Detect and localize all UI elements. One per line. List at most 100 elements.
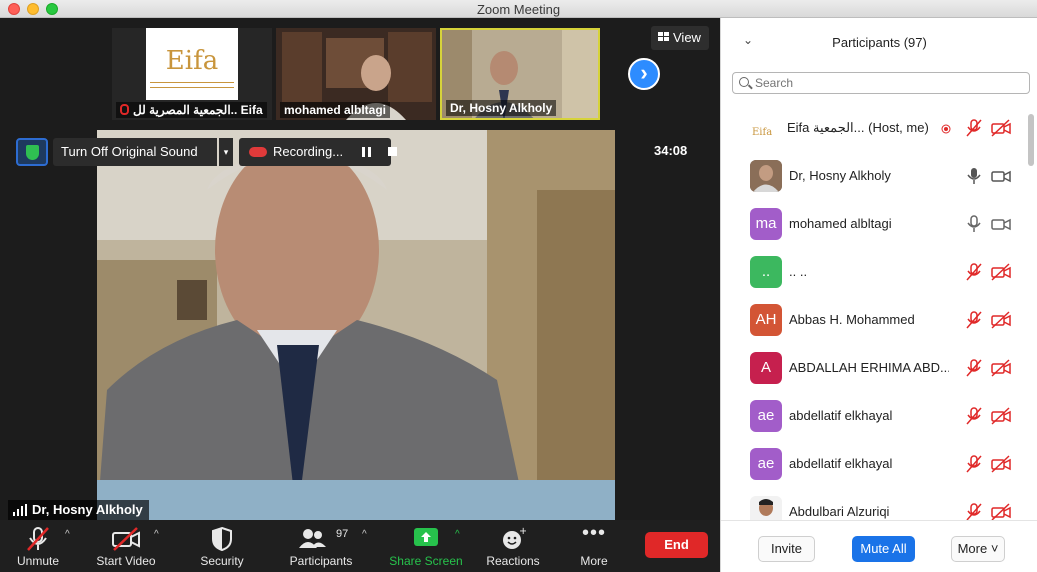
video-off-icon[interactable]: [991, 119, 1011, 137]
avatar: ma: [750, 208, 782, 240]
speaker-name-tag: Dr, Hosny Alkholy: [8, 500, 149, 520]
participant-name: Dr, Hosny Alkholy: [789, 168, 891, 183]
avatar: ae: [750, 400, 782, 432]
search-icon: [739, 77, 749, 87]
participant-row[interactable]: ma mohamed albltagi: [721, 200, 1026, 248]
end-meeting-button[interactable]: End: [645, 532, 708, 558]
mic-muted-icon[interactable]: [966, 311, 982, 329]
original-sound-button[interactable]: Turn Off Original Sound: [53, 138, 217, 166]
video-icon[interactable]: [991, 215, 1011, 233]
share-screen-button[interactable]: Share Screen: [385, 520, 467, 572]
reactions-label: Reactions: [486, 554, 540, 568]
next-page-button[interactable]: ›: [628, 58, 660, 90]
stop-recording-icon[interactable]: [388, 147, 397, 156]
video-thumbnail[interactable]: mohamed albltagi: [276, 28, 436, 120]
meeting-area: Eifa الجمعية المصرية لل.. Eifa mohamed a…: [0, 18, 720, 572]
recording-label: Recording...: [273, 144, 344, 159]
speaker-name: Dr, Hosny Alkholy: [32, 502, 143, 517]
unmute-button[interactable]: Unmute: [8, 520, 68, 572]
main-speaker-video: [97, 130, 615, 520]
start-video-label: Start Video: [96, 554, 156, 568]
video-off-icon[interactable]: [991, 311, 1011, 329]
video-icon[interactable]: [991, 167, 1011, 185]
logo-text: Eifa: [165, 46, 219, 76]
grid-view-icon: [658, 32, 670, 42]
meeting-timer: 34:08: [654, 143, 688, 158]
participants-header: ⌄ Participants (97): [721, 18, 1037, 66]
participant-name: .. ..: [789, 264, 808, 279]
share-screen-label: Share Screen: [389, 554, 463, 568]
participant-row[interactable]: Eifa Eifa الجمعية... (Host, me): [721, 104, 1026, 152]
invite-button[interactable]: Invite: [758, 536, 815, 562]
participant-row[interactable]: ae abdellatif elkhayal: [721, 392, 1026, 440]
more-options-button[interactable]: More ˅: [951, 536, 1005, 562]
participant-row[interactable]: A ABDALLAH ERHIMA ABD...: [721, 344, 1026, 392]
shield-icon: [212, 526, 232, 552]
video-thumbnail-active[interactable]: Dr, Hosny Alkholy: [440, 28, 600, 120]
participants-count: 97: [336, 528, 349, 540]
reactions-icon: +: [503, 526, 526, 549]
window-title: Zoom Meeting: [476, 2, 561, 17]
mic-muted-icon[interactable]: [966, 119, 982, 137]
logo-underline: [150, 82, 234, 88]
participant-name: mohamed albltagi: [789, 216, 892, 231]
start-video-button[interactable]: Start Video: [90, 520, 162, 572]
recording-indicator: Recording...: [239, 138, 397, 166]
video-off-icon[interactable]: [991, 359, 1011, 377]
avatar: AH: [750, 304, 782, 336]
view-button[interactable]: View: [651, 26, 709, 50]
participant-row[interactable]: Dr, Hosny Alkholy: [721, 152, 1026, 200]
mic-muted-icon[interactable]: [966, 263, 982, 281]
video-off-icon[interactable]: [991, 407, 1011, 425]
chevron-up-icon[interactable]: ^: [455, 529, 460, 540]
participants-list: Eifa Eifa الجمعية... (Host, me) Dr, Hosn…: [721, 104, 1026, 520]
participant-row[interactable]: AH Abbas H. Mohammed: [721, 296, 1026, 344]
security-shield-icon[interactable]: [16, 138, 48, 166]
more-options-label: More: [957, 541, 988, 556]
reactions-button[interactable]: + Reactions: [480, 520, 546, 572]
zoom-window: Zoom Meeting Eifa الجمعية المصرية لل.. E…: [0, 0, 1037, 572]
eifa-logo-icon: Eifa: [752, 122, 780, 138]
video-off-icon[interactable]: [991, 503, 1011, 520]
participant-name: abdellatif elkhayal: [789, 408, 893, 423]
avatar: [750, 160, 782, 192]
participant-name: Eifa الجمعية... (Host, me): [787, 120, 929, 135]
video-off-icon[interactable]: [991, 455, 1011, 473]
search-input[interactable]: [755, 75, 1025, 91]
chevron-up-icon[interactable]: ^: [65, 529, 70, 540]
participant-name: ABDALLAH ERHIMA ABD...: [789, 360, 949, 375]
share-screen-icon: [414, 528, 438, 546]
mic-muted-icon[interactable]: [966, 359, 982, 377]
title-bar: Zoom Meeting: [0, 0, 1037, 18]
mute-all-button[interactable]: Mute All: [852, 536, 915, 562]
view-label: View: [673, 30, 701, 45]
mic-muted-icon[interactable]: [966, 407, 982, 425]
mic-muted-icon[interactable]: [966, 503, 982, 520]
search-box[interactable]: [732, 72, 1030, 94]
more-button[interactable]: ••• More: [572, 520, 616, 572]
chevron-up-icon[interactable]: ^: [154, 529, 159, 540]
chevron-down-icon[interactable]: ▾: [219, 138, 233, 166]
speaker-video-image: [97, 130, 615, 520]
mic-muted-icon[interactable]: [966, 455, 982, 473]
avatar: ae: [750, 448, 782, 480]
meeting-toolbar: Unmute ^ Start Video ^ Security 97 Parti…: [0, 520, 720, 572]
participant-row[interactable]: ae abdellatif elkhayal: [721, 440, 1026, 488]
security-label: Security: [200, 554, 244, 568]
security-button[interactable]: Security: [192, 520, 252, 572]
logo-mark-text: Eifa: [752, 127, 773, 138]
mic-icon[interactable]: [966, 215, 982, 233]
scrollbar-thumb[interactable]: [1028, 114, 1034, 166]
avatar: [750, 496, 782, 520]
participants-button[interactable]: 97 Participants: [284, 520, 358, 572]
participant-row[interactable]: .. .. ..: [721, 248, 1026, 296]
participant-row[interactable]: Abdulbari Alzuriqi: [721, 488, 1026, 520]
more-dots-icon: •••: [581, 522, 607, 544]
video-off-icon[interactable]: [991, 263, 1011, 281]
chevron-up-icon[interactable]: ^: [362, 529, 367, 540]
cloud-record-icon: [249, 147, 267, 157]
pause-recording-icon[interactable]: [362, 147, 371, 157]
mic-icon[interactable]: [966, 167, 982, 185]
video-thumbnail[interactable]: Eifa الجمعية المصرية لل.. Eifa: [112, 28, 272, 120]
mic-muted-icon: [120, 104, 129, 115]
